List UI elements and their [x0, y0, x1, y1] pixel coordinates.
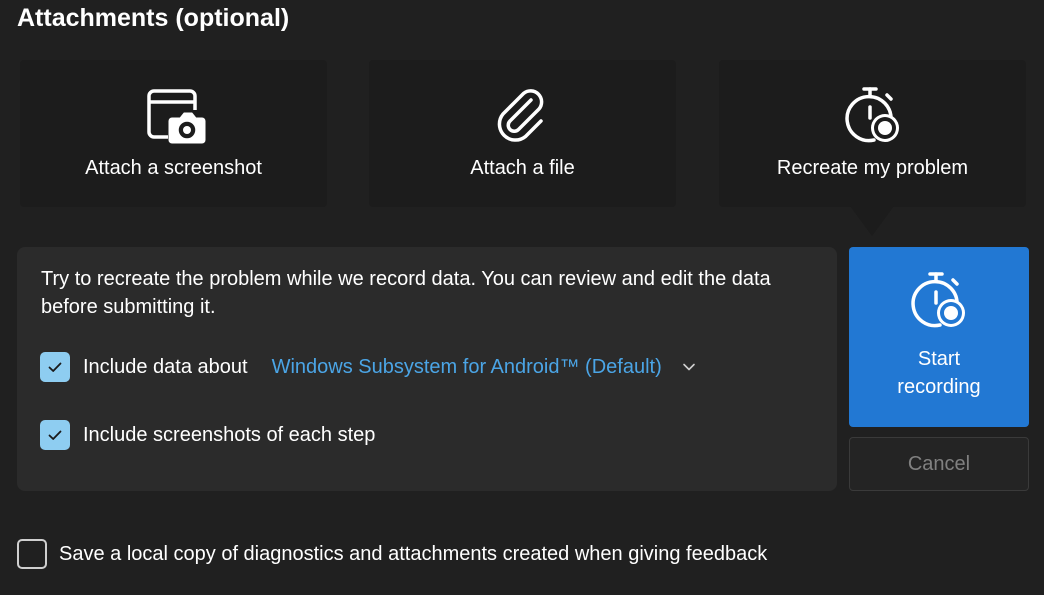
checkmark-icon: [48, 430, 62, 440]
recreate-problem-label: Recreate my problem: [776, 157, 969, 179]
include-screenshots-row: Include screenshots of each step: [40, 420, 375, 450]
start-recording-button[interactable]: Start recording: [849, 247, 1029, 427]
cancel-button[interactable]: Cancel: [849, 437, 1029, 491]
recording-description: Try to recreate the problem while we rec…: [41, 268, 771, 318]
stopwatch-record-icon: [907, 269, 971, 333]
start-recording-label: Start recording: [897, 348, 981, 398]
include-screenshots-label: Include screenshots of each step: [83, 423, 376, 446]
data-source-value: Windows Subsystem for Android™ (Default): [271, 355, 662, 378]
include-screenshots-checkbox[interactable]: [40, 420, 70, 450]
data-source-dropdown[interactable]: Windows Subsystem for Android™ (Default): [272, 356, 698, 379]
attach-screenshot-tile[interactable]: Attach a screenshot: [20, 60, 327, 207]
save-local-copy-row[interactable]: Save a local copy of diagnostics and att…: [17, 539, 767, 569]
include-data-checkbox[interactable]: [40, 352, 70, 382]
attach-file-label: Attach a file: [470, 157, 575, 179]
save-local-copy-checkbox[interactable]: [17, 539, 47, 569]
chevron-down-icon: [680, 358, 698, 376]
selected-tile-pointer: [850, 206, 894, 236]
recreate-problem-tile[interactable]: Recreate my problem: [719, 60, 1026, 207]
stopwatch-record-icon: [841, 84, 905, 148]
save-local-copy-label: Save a local copy of diagnostics and att…: [59, 542, 768, 565]
recording-panel: Try to recreate the problem while we rec…: [17, 247, 837, 491]
checkmark-icon: [48, 362, 62, 372]
include-data-row: Include data about Windows Subsystem for…: [40, 352, 698, 382]
paperclip-icon: [491, 84, 555, 148]
attach-file-tile[interactable]: Attach a file: [369, 60, 676, 207]
section-title: Attachments (optional): [17, 4, 290, 32]
screenshot-camera-icon: [142, 84, 206, 148]
attach-screenshot-label: Attach a screenshot: [85, 157, 262, 179]
include-data-label: Include data about: [83, 355, 248, 378]
